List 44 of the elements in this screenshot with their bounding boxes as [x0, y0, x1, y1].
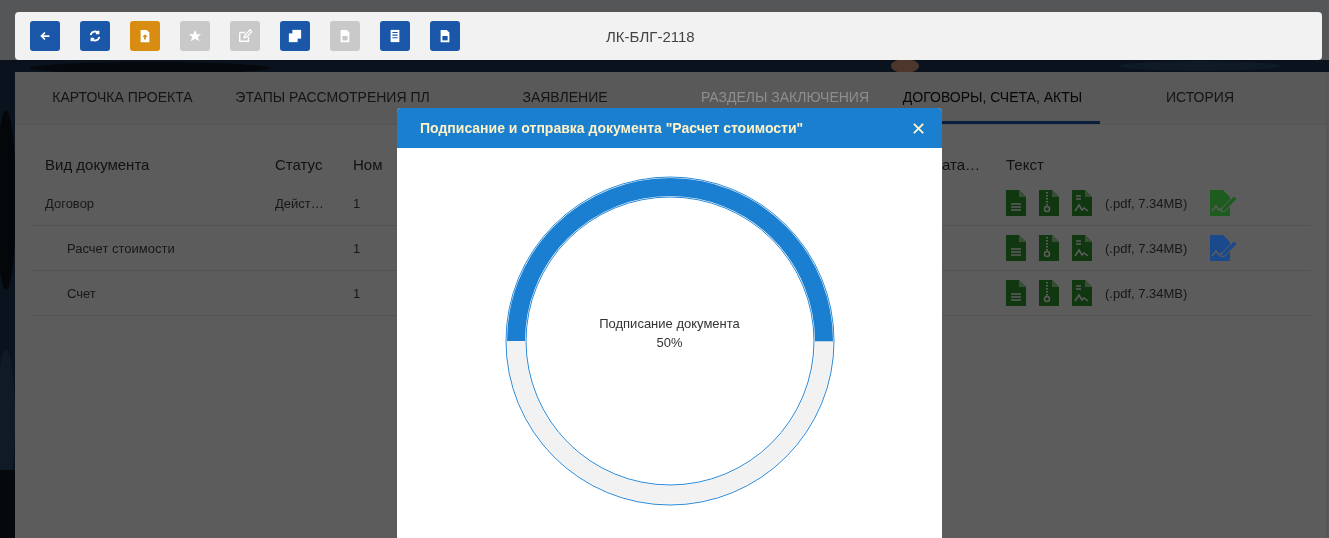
refresh-icon — [88, 29, 102, 43]
star-icon — [188, 29, 202, 43]
column-header: ата… — [942, 155, 982, 173]
status-cell: Дейст… — [275, 195, 324, 211]
document-icon[interactable] — [1006, 190, 1026, 216]
edit-icon — [238, 29, 252, 43]
document-type-cell: Договор — [45, 195, 95, 211]
tab[interactable]: ИСТОРИЯ — [1100, 72, 1300, 124]
upload-button[interactable] — [130, 21, 160, 51]
file-icon — [438, 29, 452, 43]
column-header: Вид документа — [44, 155, 151, 173]
document-type-cell: Расчет стоимости — [67, 240, 175, 256]
record-title: ЛК-БЛГ-2118 — [606, 27, 695, 45]
back-button[interactable] — [30, 21, 60, 51]
upload-icon — [138, 29, 152, 43]
copy-button[interactable] — [280, 21, 310, 51]
archive-icon[interactable] — [1039, 235, 1059, 261]
file-icon — [338, 29, 352, 43]
column-header: Ном — [353, 155, 384, 173]
progress-percent: 50% — [656, 334, 683, 352]
pdf-file-icon[interactable] — [1072, 190, 1092, 216]
copy-icon — [288, 29, 302, 43]
number-cell: 1 — [353, 240, 361, 256]
pdf-file-icon[interactable] — [1072, 280, 1092, 306]
progress-label: Подписание документа — [599, 315, 740, 333]
tab[interactable]: КАРТОЧКА ПРОЕКТА — [25, 72, 220, 124]
document-icon[interactable] — [1006, 280, 1026, 306]
refresh-button[interactable] — [80, 21, 110, 51]
number-cell: 1 — [353, 195, 361, 211]
export-button[interactable] — [430, 21, 460, 51]
archive-icon[interactable] — [1039, 280, 1059, 306]
document-icon[interactable] — [1006, 235, 1026, 261]
column-header: Текст — [1006, 155, 1044, 173]
document-icon — [388, 29, 402, 43]
archive-icon[interactable] — [1039, 190, 1059, 216]
file-size: (.pdf, 7.34MB) — [1105, 195, 1188, 211]
pdf-file-icon[interactable] — [1072, 235, 1092, 261]
file-size: (.pdf, 7.34MB) — [1105, 285, 1188, 301]
file-size: (.pdf, 7.34MB) — [1105, 240, 1188, 256]
document-type-cell: Счет — [67, 285, 96, 301]
number-cell: 1 — [353, 285, 361, 301]
column-header: Статус — [275, 155, 324, 173]
arrow-left-icon — [38, 29, 52, 43]
document-button[interactable] — [380, 21, 410, 51]
